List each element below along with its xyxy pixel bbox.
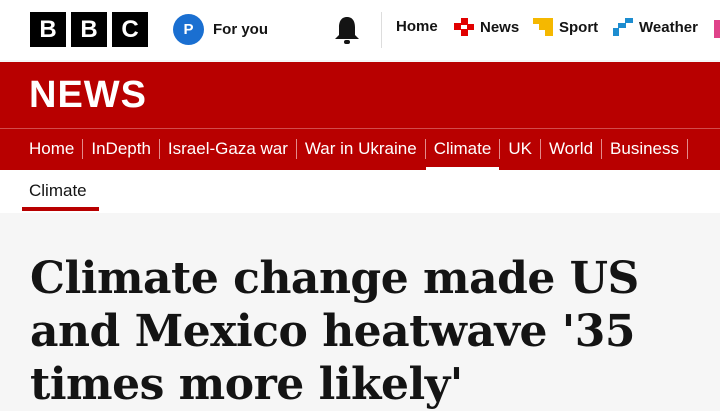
section-nav-uk[interactable]: UK	[508, 139, 532, 159]
section-separator	[158, 139, 160, 159]
section-nav-world[interactable]: World	[549, 139, 593, 159]
section-separator	[82, 139, 84, 159]
section-nav: Home InDepth Israel-Gaza war War in Ukra…	[29, 139, 696, 171]
sport-icon	[533, 18, 553, 36]
bbc-logo[interactable]: B B C	[30, 12, 148, 47]
top-nav-weather-label: Weather	[639, 18, 698, 36]
sub-nav-active-indicator	[22, 207, 99, 211]
section-separator	[424, 139, 426, 159]
top-nav-home[interactable]: Home	[396, 18, 438, 35]
top-nav-sport-label: Sport	[559, 18, 599, 36]
top-nav-home-label: Home	[396, 18, 438, 35]
bell-icon[interactable]	[333, 15, 361, 45]
news-wordmark[interactable]: NEWS	[29, 74, 147, 117]
section-separator	[295, 139, 297, 159]
logo-letter-b1: B	[30, 12, 66, 47]
sub-nav-bar	[0, 170, 720, 213]
section-separator	[499, 139, 501, 159]
section-nav-business[interactable]: Business	[610, 139, 679, 159]
next-nav-icon-edge[interactable]	[714, 20, 720, 38]
top-nav-sport[interactable]: Sport	[533, 18, 598, 36]
section-nav-home[interactable]: Home	[29, 139, 74, 159]
logo-letter-c: C	[112, 12, 148, 47]
weather-icon	[613, 18, 633, 36]
masthead-divider	[0, 128, 720, 129]
section-separator	[601, 139, 603, 159]
header-divider	[381, 12, 382, 48]
article-headline: Climate change made US and Mexico heatwa…	[30, 253, 639, 410]
section-nav-israel-gaza-war[interactable]: Israel-Gaza war	[168, 139, 288, 159]
top-bar: B B C P For you Home News Sport Weather	[0, 0, 720, 60]
section-separator	[539, 139, 541, 159]
section-nav-indepth[interactable]: InDepth	[91, 139, 151, 159]
top-nav-news-label: News	[480, 18, 520, 36]
news-icon	[454, 18, 474, 36]
section-separator	[687, 139, 689, 159]
for-you-link[interactable]: P For you	[173, 14, 268, 45]
section-nav-climate[interactable]: Climate	[425, 139, 499, 171]
logo-letter-b2: B	[71, 12, 107, 47]
avatar: P	[173, 14, 204, 45]
for-you-label: For you	[213, 21, 268, 38]
top-nav-weather[interactable]: Weather	[613, 18, 698, 36]
section-nav-war-in-ukraine[interactable]: War in Ukraine	[305, 139, 417, 159]
top-nav-news[interactable]: News	[454, 18, 519, 36]
sub-nav-climate[interactable]: Climate	[29, 181, 87, 201]
